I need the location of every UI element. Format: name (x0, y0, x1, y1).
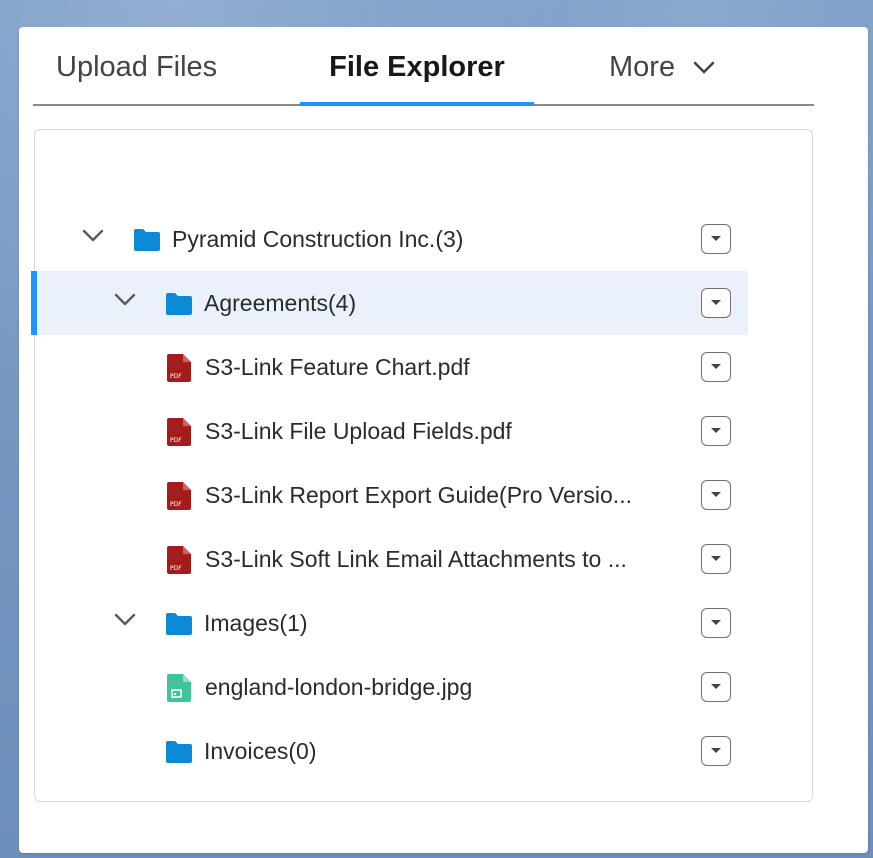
tree-folder-row[interactable]: Pyramid Construction Inc.(3) (31, 207, 748, 271)
folder-icon (165, 740, 193, 769)
tab-file-explorer[interactable]: File Explorer (300, 45, 534, 106)
tree-item-label: Invoices(0) (204, 738, 317, 764)
folder-icon (165, 292, 193, 321)
tree-folder-row[interactable]: Agreements(4) (31, 271, 748, 335)
row-actions-menu-button[interactable] (701, 352, 731, 382)
svg-text:PDF: PDF (170, 373, 182, 380)
folder-icon (165, 612, 193, 641)
pdf-file-icon: PDF (166, 353, 192, 388)
tree-item-label: Agreements(4) (204, 290, 357, 316)
chevron-down-icon[interactable] (114, 613, 136, 633)
row-actions-menu-button[interactable] (701, 544, 731, 574)
tree-item-label: Pyramid Construction Inc.(3) (172, 226, 464, 252)
tree-file-row[interactable]: PDF S3-Link Feature Chart.pdf (31, 335, 748, 399)
tab-bar: Upload Files File Explorer More (33, 45, 814, 106)
row-actions-menu-button[interactable] (701, 480, 731, 510)
image-file-icon (166, 673, 192, 708)
tree-item-label: Images(1) (204, 610, 308, 636)
svg-text:PDF: PDF (170, 437, 182, 444)
svg-text:PDF: PDF (170, 565, 182, 572)
tree-folder-row[interactable]: Images(1) (31, 591, 748, 655)
selected-row-indicator (31, 271, 37, 335)
chevron-down-icon (693, 44, 715, 89)
row-actions-menu-button[interactable] (701, 416, 731, 446)
tab-more-label: More (609, 51, 676, 83)
tree-item-label: S3-Link File Upload Fields.pdf (205, 418, 512, 444)
tab-upload-files[interactable]: Upload Files (56, 45, 217, 104)
tree-folder-row[interactable]: Invoices(0) (31, 719, 748, 783)
folder-icon (133, 228, 161, 257)
pdf-file-icon: PDF (166, 417, 192, 452)
tree-file-row[interactable]: england-london-bridge.jpg (31, 655, 748, 719)
tree-item-label: S3-Link Feature Chart.pdf (205, 354, 470, 380)
tab-more[interactable]: More (609, 45, 715, 104)
active-tab-indicator (300, 102, 534, 106)
row-actions-menu-button[interactable] (701, 608, 731, 638)
chevron-down-icon[interactable] (114, 293, 136, 313)
tree-file-row[interactable]: PDF S3-Link File Upload Fields.pdf (31, 399, 748, 463)
tab-file-explorer-label: File Explorer (329, 51, 505, 83)
row-actions-menu-button[interactable] (701, 736, 731, 766)
tree-file-row[interactable]: PDF S3-Link Report Export Guide(Pro Versi… (31, 463, 748, 527)
tree-item-label: england-london-bridge.jpg (205, 674, 473, 700)
chevron-down-icon[interactable] (82, 229, 104, 249)
pdf-file-icon: PDF (166, 545, 192, 580)
row-actions-menu-button[interactable] (701, 672, 731, 702)
tab-upload-files-label: Upload Files (56, 51, 218, 83)
pdf-file-icon: PDF (166, 481, 192, 516)
tree-item-label: S3-Link Soft Link Email Attachments to .… (205, 546, 627, 572)
svg-text:PDF: PDF (170, 501, 182, 508)
row-actions-menu-button[interactable] (701, 224, 731, 254)
tree-item-label: S3-Link Report Export Guide(Pro Versio..… (205, 482, 632, 508)
row-actions-menu-button[interactable] (701, 288, 731, 318)
tree-file-row[interactable]: PDF S3-Link Soft Link Email Attachments t… (31, 527, 748, 591)
